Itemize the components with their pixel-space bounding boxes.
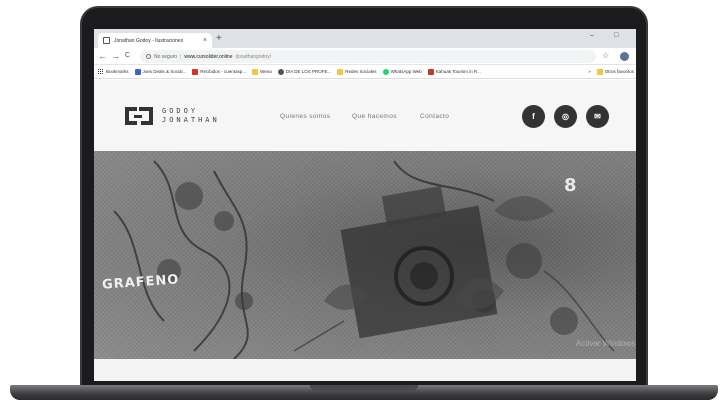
site-header: GODOY JONATHAN Quienes somos Que hacemos… (94, 80, 636, 151)
other-bookmarks[interactable]: Otros favoritos (596, 68, 636, 75)
tab-close-icon[interactable]: × (203, 37, 207, 44)
back-button[interactable]: ← (98, 51, 107, 61)
browser-toolbar: ← → C No seguro | www.cursolider.online /… (94, 48, 636, 65)
new-tab-button[interactable]: + (216, 33, 222, 45)
whatsapp-icon (382, 68, 389, 75)
reload-button[interactable]: C (125, 51, 130, 61)
bookmark-label: Kahuak Tourism in R... (435, 69, 481, 74)
more-bookmarks-button[interactable]: » (588, 69, 591, 74)
address-bar[interactable]: No seguro | www.cursolider.online/jonath… (140, 50, 596, 63)
folder-icon (337, 68, 344, 75)
bookmark-item-3[interactable]: Wena (252, 68, 272, 75)
bookmark-label: Recibidos - cuentasp... (200, 69, 247, 74)
bookmark-label: Redes Sociales (345, 69, 377, 74)
nav-quienes-somos[interactable]: Quienes somos (280, 113, 330, 120)
laptop-screen: Jonathan Godoy - Ilustraciones × + – □ ←… (94, 29, 636, 381)
laptop-notch (310, 385, 418, 391)
url-host: www.cursolider.online (184, 53, 233, 60)
gmail-icon (192, 68, 199, 75)
forward-button[interactable]: → (111, 51, 120, 61)
bookmark-star-icon[interactable]: ☆ (602, 51, 609, 60)
tab-title: Jonathan Godoy - Ilustraciones (114, 37, 184, 44)
folder-icon (252, 68, 259, 75)
bookmark-label: Otros favoritos (604, 69, 634, 74)
bookmark-item-5[interactable]: Redes Sociales (337, 68, 377, 75)
nav-contacto[interactable]: Contacto (420, 113, 449, 120)
profile-avatar[interactable] (620, 52, 629, 61)
url-separator: | (180, 53, 182, 60)
hero-text-right: 8 (564, 175, 577, 196)
globe-icon (277, 68, 284, 75)
page-below-fold (94, 359, 636, 381)
browser-tab[interactable]: Jonathan Godoy - Ilustraciones × (98, 33, 212, 48)
folder-icon (596, 68, 603, 75)
bookmark-label: WhatsApp Web (390, 69, 422, 74)
bookmark-item-2[interactable]: Recibidos - cuentasp... (192, 68, 247, 75)
maximize-button[interactable]: □ (614, 32, 618, 39)
minimize-button[interactable]: – (590, 32, 594, 39)
hero-banner: GRAFENO 8 Activar Windows (94, 151, 636, 359)
browser-tab-bar: Jonathan Godoy - Ilustraciones × + – □ (94, 29, 636, 48)
bookmark-label: Bookmarks (106, 69, 129, 74)
logo-text: GODOY JONATHAN (162, 107, 220, 125)
bookmark-item-4[interactable]: DIA DE LOS PROFE... (277, 68, 332, 75)
bookmark-item-6[interactable]: WhatsApp Web (382, 68, 422, 75)
info-icon (146, 54, 151, 59)
apps-icon (98, 68, 104, 75)
instagram-icon[interactable]: ◎ (554, 105, 577, 128)
activation-watermark: Activar Windows (576, 339, 636, 348)
bookmark-item-7[interactable]: Kahuak Tourism in R... (427, 68, 481, 75)
bookmark-label: DIA DE LOS PROFE... (285, 69, 332, 74)
url-path: /jonathangodoy/ (235, 53, 272, 60)
nav-que-hacemos[interactable]: Que hacemos (352, 113, 397, 120)
logo-icon[interactable] (124, 106, 154, 126)
hero-illustration (113, 160, 615, 359)
bookmark-item-1[interactable]: Joes Deals & Social... (134, 68, 187, 75)
logo-line-1: GODOY (162, 107, 199, 115)
bookmark-favicon-icon (427, 68, 434, 75)
mail-icon[interactable]: ✉ (586, 105, 609, 128)
tab-favicon-icon (103, 37, 110, 44)
security-label: No seguro (154, 53, 178, 60)
logo-line-2: JONATHAN (162, 116, 220, 124)
bookmarks-bar: Bookmarks Joes Deals & Social... Recibid… (94, 65, 636, 79)
bookmark-item-0[interactable]: Bookmarks (98, 68, 129, 75)
bookmark-favicon-icon (134, 68, 141, 75)
bookmark-label: Wena (260, 69, 272, 74)
laptop-mockup: Jonathan Godoy - Ilustraciones × + – □ ←… (0, 0, 728, 410)
bookmark-label: Joes Deals & Social... (142, 69, 187, 74)
facebook-icon[interactable]: f (522, 105, 545, 128)
